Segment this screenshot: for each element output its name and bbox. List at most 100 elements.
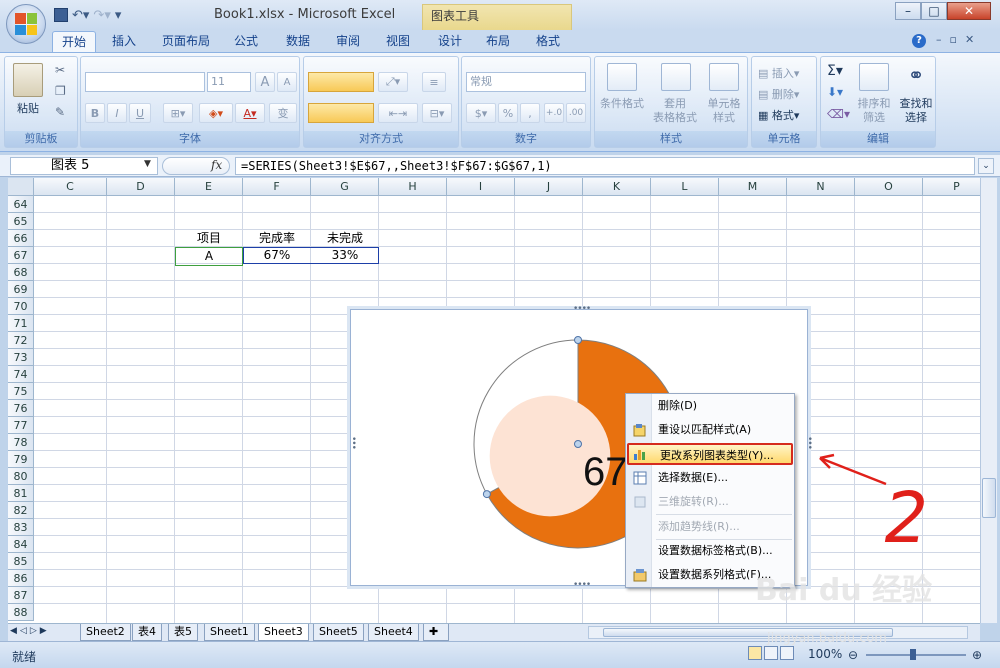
cell-F67[interactable]: 67% (243, 247, 311, 264)
zoom-out-icon[interactable]: ⊖ (848, 648, 858, 662)
tab-review[interactable]: 审阅 (330, 31, 366, 52)
workbook-window-controls[interactable]: –▫✕ (936, 33, 982, 46)
vertical-scrollbar[interactable] (980, 178, 997, 623)
format-as-table-line1[interactable]: 套用 (647, 97, 703, 111)
tab-insert[interactable]: 插入 (104, 31, 144, 52)
column-header[interactable]: K (583, 178, 651, 196)
menu-item-3d-rotation[interactable]: 三维旋转(R)... (627, 491, 793, 513)
row-header[interactable]: 83 (8, 519, 34, 536)
row-header[interactable]: 84 (8, 536, 34, 553)
column-header[interactable]: P (923, 178, 980, 196)
delete-cells-button[interactable]: ▤ 删除▾ (758, 86, 799, 102)
row-header[interactable]: 75 (8, 383, 34, 400)
comma-button[interactable]: , (520, 103, 540, 123)
menu-item-format-data-labels[interactable]: 设置数据标签格式(B)... (627, 540, 793, 562)
undo-icon[interactable]: ↶▾ (72, 8, 89, 23)
series-selection-handle[interactable] (482, 490, 491, 499)
column-header[interactable]: L (651, 178, 719, 196)
sort-filter-line1[interactable]: 排序和 (851, 97, 897, 111)
sheet-tab[interactable]: Sheet5 (313, 624, 364, 641)
column-header[interactable]: N (787, 178, 855, 196)
tab-data[interactable]: 数据 (280, 31, 316, 52)
insert-cells-button[interactable]: ▤ 插入▾ (758, 65, 799, 81)
redo-icon[interactable]: ↷▾ (93, 8, 110, 23)
shrink-font-button[interactable]: A (277, 72, 297, 92)
cell-styles-icon[interactable] (709, 63, 739, 91)
tab-format[interactable]: 格式 (530, 31, 566, 52)
font-name-field[interactable] (85, 72, 205, 92)
row-header[interactable]: 64 (8, 196, 34, 213)
row-header[interactable]: 81 (8, 485, 34, 502)
name-box-dropdown-icon[interactable]: ▼ (144, 159, 151, 169)
format-as-table-icon[interactable] (661, 63, 691, 91)
conditional-formatting-icon[interactable] (607, 63, 637, 91)
zoom-slider[interactable] (866, 654, 966, 656)
fill-color-button[interactable]: ◈▾ (199, 103, 233, 123)
normal-view-icon[interactable] (748, 646, 762, 660)
cell-G67[interactable]: 33% (311, 247, 379, 264)
tab-home[interactable]: 开始 (52, 31, 96, 52)
wrap-text-button[interactable]: ≡ (422, 72, 446, 92)
copy-icon[interactable]: ❐ (55, 84, 66, 98)
help-icon[interactable]: ? (912, 34, 926, 48)
align-top-buttons[interactable] (308, 72, 374, 92)
percent-button[interactable]: % (498, 103, 518, 123)
orientation-button[interactable]: ⤢▾ (378, 72, 408, 92)
row-header[interactable]: 79 (8, 451, 34, 468)
row-header[interactable]: 68 (8, 264, 34, 281)
row-header[interactable]: 71 (8, 315, 34, 332)
select-all-corner[interactable] (8, 178, 34, 196)
zoom-slider-thumb[interactable] (910, 649, 916, 660)
name-box[interactable]: 图表 5 (10, 157, 158, 175)
save-icon[interactable] (54, 8, 68, 22)
column-header[interactable]: C (34, 178, 107, 196)
row-header[interactable]: 78 (8, 434, 34, 451)
insert-function-icon[interactable]: fx (211, 158, 222, 172)
formula-input[interactable]: =SERIES(Sheet3!$E$67,,Sheet3!$F$67:$G$67… (235, 157, 975, 175)
row-header[interactable]: 69 (8, 281, 34, 298)
column-header[interactable]: H (379, 178, 447, 196)
series-selection-handle[interactable] (574, 440, 582, 448)
sheet-tab-active[interactable]: Sheet3 (258, 624, 309, 641)
find-select-line2[interactable]: 选择 (893, 111, 939, 125)
tab-formulas[interactable]: 公式 (228, 31, 264, 52)
cell-E66[interactable]: 项目 (175, 230, 243, 247)
office-button[interactable] (6, 4, 46, 44)
paste-icon[interactable] (13, 63, 43, 97)
insert-sheet-icon[interactable]: ✚ (423, 624, 449, 641)
row-header[interactable]: 65 (8, 213, 34, 230)
font-size-field[interactable]: 11 (207, 72, 251, 92)
row-header[interactable]: 86 (8, 570, 34, 587)
sheet-tab[interactable]: Sheet1 (204, 624, 255, 641)
maximize-button[interactable]: □ (921, 2, 947, 20)
cell-styles-line1[interactable]: 单元格 (699, 97, 749, 111)
increase-decimal-button[interactable]: +.0 (544, 103, 564, 123)
column-header[interactable]: D (107, 178, 175, 196)
cell-E67[interactable]: A (175, 247, 243, 266)
menu-item-select-data[interactable]: 选择数据(E)... (627, 467, 793, 489)
bold-button[interactable]: B (85, 103, 105, 123)
sort-filter-line2[interactable]: 筛选 (851, 111, 897, 125)
row-header[interactable]: 82 (8, 502, 34, 519)
page-layout-view-icon[interactable] (764, 646, 778, 660)
customize-qat-icon[interactable]: ▾ (115, 8, 122, 23)
row-header[interactable]: 77 (8, 417, 34, 434)
grow-font-button[interactable]: A (255, 72, 275, 92)
expand-formula-bar-icon[interactable]: ⌄ (978, 158, 994, 174)
column-header[interactable]: J (515, 178, 583, 196)
column-header[interactable]: O (855, 178, 923, 196)
tab-view[interactable]: 视图 (380, 31, 416, 52)
italic-button[interactable]: I (107, 103, 127, 123)
column-header[interactable]: G (311, 178, 379, 196)
column-header[interactable]: E (175, 178, 243, 196)
menu-item-reset-style[interactable]: 重设以匹配样式(A) (627, 419, 793, 441)
sheet-tab[interactable]: Sheet2 (80, 624, 131, 641)
format-painter-icon[interactable]: ✎ (55, 105, 65, 119)
column-header[interactable]: I (447, 178, 515, 196)
align-center-buttons[interactable] (308, 103, 374, 123)
column-header[interactable]: M (719, 178, 787, 196)
borders-button[interactable]: ⊞▾ (163, 103, 193, 123)
paste-button[interactable]: 粘贴 (13, 100, 43, 116)
sheet-tab[interactable]: 表4 (132, 624, 162, 641)
vertical-scroll-thumb[interactable] (982, 478, 996, 518)
